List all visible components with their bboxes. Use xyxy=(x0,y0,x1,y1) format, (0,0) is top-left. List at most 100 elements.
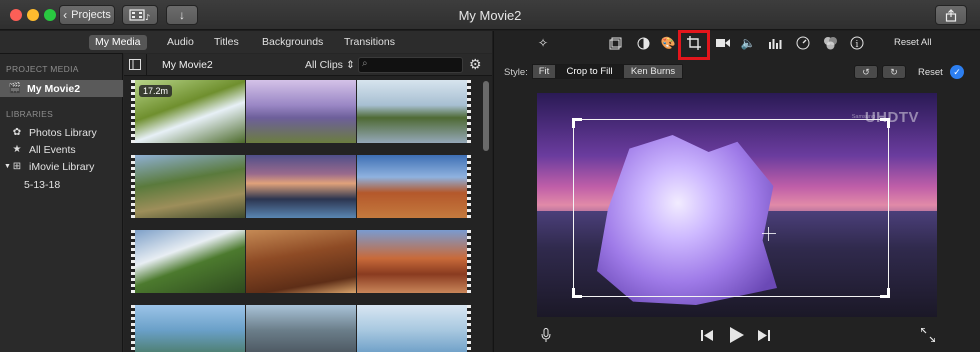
photos-flower-icon: ✿ xyxy=(12,127,22,138)
svg-text:♪: ♪ xyxy=(145,13,150,21)
crop-handle-bottom-left[interactable] xyxy=(572,288,582,298)
viewer-pane: ✧ 🎨 🔈 i Reset All Style: Fit Crop to Fil… xyxy=(493,30,980,352)
clip-thumbnail[interactable] xyxy=(357,305,467,352)
color-balance-icon[interactable] xyxy=(607,35,623,51)
reset-all-button[interactable]: Reset All xyxy=(894,37,932,48)
search-input[interactable]: ⌕ xyxy=(358,57,463,73)
play-icon[interactable] xyxy=(728,326,746,344)
project-media-header: PROJECT MEDIA xyxy=(6,64,79,74)
reset-button[interactable]: Reset xyxy=(918,67,943,78)
clip-thumbnail[interactable] xyxy=(246,305,356,352)
clip-thumbnail[interactable] xyxy=(135,305,245,352)
style-crop-to-fill-button[interactable]: Crop to Fill xyxy=(556,64,623,79)
clip-browser: 17.2m xyxy=(124,76,492,352)
rotate-right-icon: ↻ xyxy=(890,66,898,77)
clip-thumbnail[interactable] xyxy=(246,230,356,293)
magic-wand-icon[interactable]: ✧ xyxy=(535,35,551,51)
import-button[interactable]: ↓ xyxy=(166,5,198,25)
browser-scrollbar[interactable] xyxy=(483,81,489,151)
video-camera-icon[interactable] xyxy=(715,35,731,51)
fullscreen-icon[interactable] xyxy=(920,327,936,343)
filmstrip-row[interactable]: 17.2m xyxy=(131,80,471,143)
clip-thumbnail[interactable] xyxy=(357,80,467,143)
crop-frame[interactable] xyxy=(572,118,890,298)
video-viewer[interactable]: Samsung UHDTV xyxy=(537,93,937,317)
crop-handle-top-left[interactable] xyxy=(572,118,582,128)
skip-back-icon[interactable] xyxy=(700,329,714,341)
filmstrip-row[interactable] xyxy=(131,155,471,218)
tab-backgrounds[interactable]: Backgrounds xyxy=(256,35,329,50)
sidebar-item-photos-library[interactable]: ✿ Photos Library xyxy=(0,124,123,141)
title-bar: ‹ Projects ♪ ↓ My Movie2 xyxy=(0,0,980,30)
tab-my-media[interactable]: My Media xyxy=(89,35,147,50)
filmstrip-row[interactable] xyxy=(131,230,471,293)
media-import-button[interactable]: ♪ xyxy=(122,5,158,25)
palette-icon[interactable]: 🎨 xyxy=(660,35,676,51)
sidebar-item-label: Photos Library xyxy=(29,126,97,139)
sidebar-item-all-events[interactable]: ★ All Events xyxy=(0,141,123,158)
download-arrow-icon: ↓ xyxy=(179,8,185,22)
clip-thumbnail[interactable] xyxy=(246,155,356,218)
tab-audio[interactable]: Audio xyxy=(161,35,200,50)
style-label: Style: xyxy=(504,67,528,78)
minimize-window-button[interactable] xyxy=(27,9,39,21)
color-correction-icon[interactable] xyxy=(635,35,651,51)
clip-thumbnail[interactable] xyxy=(246,80,356,143)
tab-transitions[interactable]: Transitions xyxy=(338,35,401,50)
clip-duration-badge: 17.2m xyxy=(139,85,173,97)
clip-thumbnail[interactable] xyxy=(135,155,245,218)
rotate-left-icon: ↺ xyxy=(862,66,870,77)
crop-handle-bottom-right[interactable] xyxy=(880,288,890,298)
browser-title: My Movie2 xyxy=(162,59,213,71)
projects-label: Projects xyxy=(71,9,111,21)
project-clapper-icon: 🎬 xyxy=(8,83,22,94)
browser-toolbar: My Movie2 All Clips ⇕ ⌕ ⚙ xyxy=(124,54,492,76)
close-window-button[interactable] xyxy=(10,9,22,21)
search-icon: ⌕ xyxy=(362,58,368,69)
chevron-left-icon: ‹ xyxy=(63,8,68,22)
sidebar-item-label: All Events xyxy=(29,143,76,156)
filmstrip-row[interactable] xyxy=(131,305,471,352)
media-tabs: My Media Audio Titles Backgrounds Transi… xyxy=(0,31,492,53)
svg-text:i: i xyxy=(856,40,859,50)
style-fit-button[interactable]: Fit xyxy=(532,64,556,79)
crosshair-icon xyxy=(762,227,776,241)
clip-filter-select[interactable]: All Clips ⇕ xyxy=(305,59,355,71)
sidebar-item-label: iMovie Library xyxy=(29,160,95,173)
library-pane: My Media Audio Titles Backgrounds Transi… xyxy=(0,31,492,352)
tab-titles[interactable]: Titles xyxy=(208,35,245,50)
clip-thumbnail[interactable] xyxy=(135,230,245,293)
filter-circles-icon[interactable] xyxy=(822,35,838,51)
projects-button[interactable]: ‹ Projects xyxy=(59,5,115,25)
skip-forward-icon[interactable] xyxy=(757,329,771,341)
sidebar-item-label: 5-13-18 xyxy=(24,178,61,191)
libraries-sidebar: PROJECT MEDIA 🎬 My Movie2 LIBRARIES ✿ Ph… xyxy=(0,53,123,352)
share-button[interactable] xyxy=(935,5,967,25)
libraries-header: LIBRARIES xyxy=(6,109,54,119)
gear-icon[interactable]: ⚙ xyxy=(469,57,482,72)
zoom-window-button[interactable] xyxy=(44,9,56,21)
speedometer-icon[interactable] xyxy=(795,35,811,51)
rotate-left-button[interactable]: ↺ xyxy=(854,65,878,79)
film-music-icon: ♪ xyxy=(129,9,150,21)
apply-checkmark-icon[interactable]: ✓ xyxy=(950,65,964,79)
clip-thumbnail[interactable] xyxy=(357,230,467,293)
equalizer-icon[interactable] xyxy=(767,35,783,51)
share-icon xyxy=(945,8,957,22)
microphone-icon[interactable] xyxy=(540,327,552,343)
sidebar-item-imovie-library[interactable]: ▼ ⊞ iMovie Library xyxy=(0,158,123,175)
volume-icon[interactable]: 🔈 xyxy=(740,35,756,51)
sidebar-toggle-icon[interactable] xyxy=(129,59,141,70)
crop-handle-top-right[interactable] xyxy=(880,118,890,128)
clip-thumbnail[interactable] xyxy=(357,155,467,218)
info-icon[interactable]: i xyxy=(849,35,865,51)
sidebar-item-my-movie2[interactable]: 🎬 My Movie2 xyxy=(0,80,123,97)
sidebar-item-event-date[interactable]: 5-13-18 xyxy=(0,176,123,193)
library-grid-icon: ⊞ xyxy=(12,161,22,172)
clip-filter-value: All Clips xyxy=(305,59,343,71)
crop-tool-highlight xyxy=(678,30,710,60)
crop-style-bar: Style: Fit Crop to Fill Ken Burns ↺ ↻ Re… xyxy=(494,64,980,82)
style-ken-burns-button[interactable]: Ken Burns xyxy=(623,64,683,79)
rotate-right-button[interactable]: ↻ xyxy=(882,65,906,79)
sidebar-item-label: My Movie2 xyxy=(27,82,81,95)
